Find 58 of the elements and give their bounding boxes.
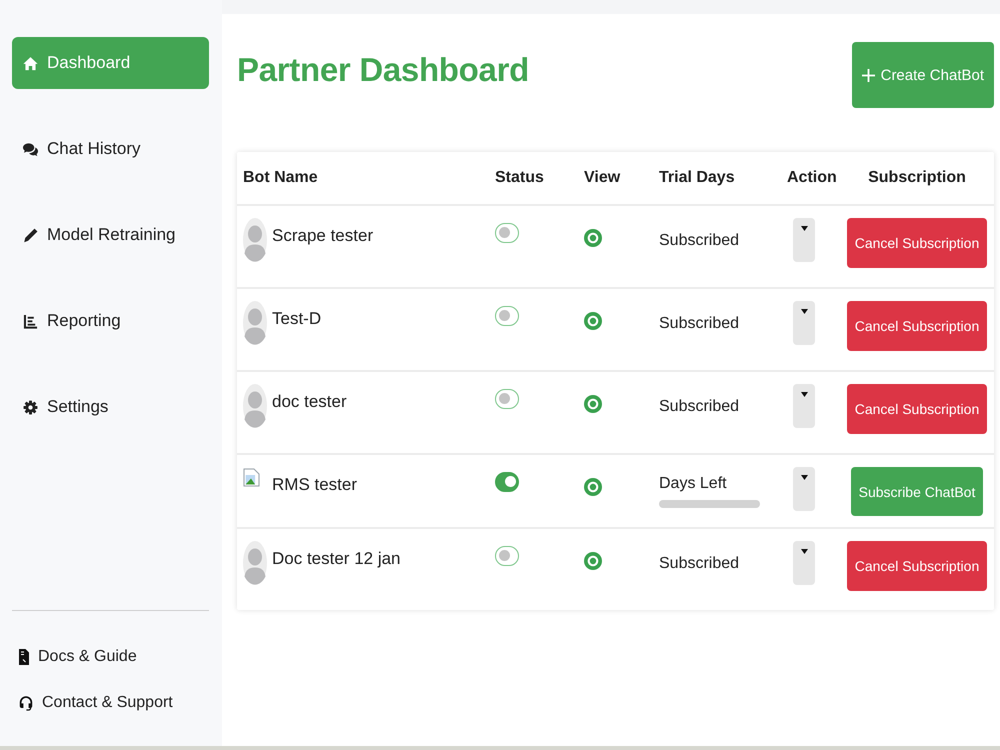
bar-chart-icon xyxy=(23,314,38,328)
caret-icon xyxy=(800,392,808,397)
sidebar-item[interactable]: Settings xyxy=(12,381,209,433)
caret-icon xyxy=(800,549,808,554)
create-button[interactable]: Create ChatBot xyxy=(852,42,994,108)
bot-name: Test-D xyxy=(272,308,322,329)
column-header: Status xyxy=(494,169,545,187)
cancel-subscription-button[interactable]: Cancel Subscription xyxy=(846,218,988,268)
subscribe-button[interactable]: Subscribe ChatBot xyxy=(850,467,984,516)
status-toggle[interactable] xyxy=(495,389,519,409)
trial-status: Subscribed xyxy=(659,314,740,334)
sidebar-item[interactable]: Dashboard xyxy=(12,37,209,89)
sidebar-link[interactable]: Docs & Guide xyxy=(12,645,209,669)
bot-name: RMS tester xyxy=(272,474,358,495)
column-header: Action xyxy=(786,169,838,187)
target-icon[interactable] xyxy=(584,395,602,413)
page-title: Partner Dashboard xyxy=(237,50,529,90)
caret-icon xyxy=(800,309,808,314)
target-icon[interactable] xyxy=(584,552,602,570)
dropdown-button[interactable] xyxy=(793,541,815,585)
cancel-subscription-button[interactable]: Cancel Subscription xyxy=(846,541,988,591)
column-header: View xyxy=(583,169,622,187)
days-left-label: Days Left xyxy=(659,474,728,494)
document-icon xyxy=(18,649,30,665)
caret-icon xyxy=(800,226,808,231)
bot-name: Doc tester 12 jan xyxy=(272,548,401,569)
bot-name: doc tester xyxy=(272,391,347,412)
bot-name: Scrape tester xyxy=(272,225,374,246)
home-icon xyxy=(23,56,38,70)
column-header: Subscription xyxy=(867,169,967,187)
cancel-subscription-button[interactable]: Cancel Subscription xyxy=(846,384,988,434)
target-icon[interactable] xyxy=(584,312,602,330)
dropdown-button[interactable] xyxy=(793,384,815,428)
cancel-subscription-button[interactable]: Cancel Subscription xyxy=(846,301,988,351)
gear-icon xyxy=(23,400,38,414)
sidebar-item[interactable]: Chat History xyxy=(12,123,209,175)
sidebar-link[interactable]: Contact & Support xyxy=(12,691,209,715)
target-icon[interactable] xyxy=(584,478,602,496)
target-icon[interactable] xyxy=(584,229,602,247)
trial-status: Subscribed xyxy=(659,231,740,251)
status-toggle[interactable] xyxy=(495,546,519,566)
status-toggle[interactable] xyxy=(495,223,519,243)
chat-bubbles-icon xyxy=(23,142,38,156)
sidebar-item[interactable]: Model Retraining xyxy=(12,209,209,261)
sidebar-item[interactable]: Reporting xyxy=(12,295,209,347)
plus-icon xyxy=(862,68,875,82)
trial-status: Subscribed xyxy=(659,397,740,417)
trial-status: Subscribed xyxy=(659,554,740,574)
dropdown-button[interactable] xyxy=(793,467,815,511)
status-toggle[interactable] xyxy=(495,472,519,492)
caret-icon xyxy=(800,475,808,480)
status-toggle[interactable] xyxy=(495,306,519,326)
dropdown-button[interactable] xyxy=(793,218,815,262)
pencil-icon xyxy=(23,228,38,242)
dropdown-button[interactable] xyxy=(793,301,815,345)
headset-icon xyxy=(18,695,34,711)
column-header: Trial Days xyxy=(658,169,736,187)
column-header: Bot Name xyxy=(242,169,319,187)
